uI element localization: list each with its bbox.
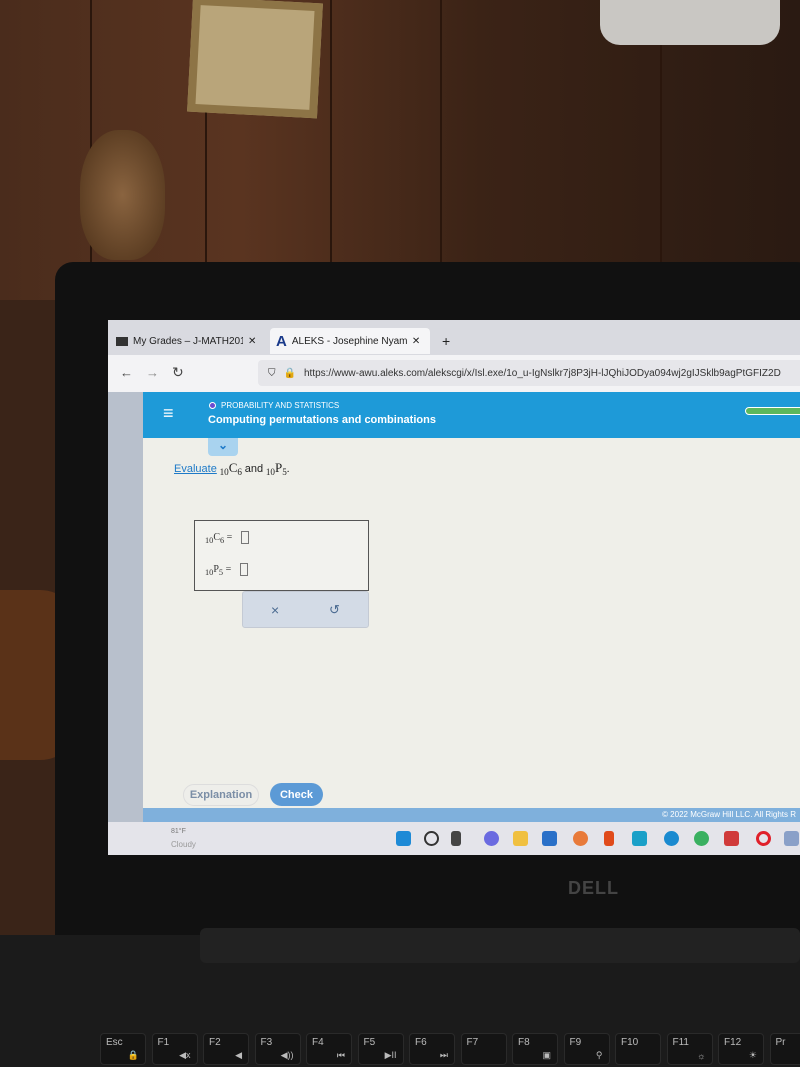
lamp [600, 0, 780, 45]
combination-input[interactable] [240, 531, 249, 544]
undo-button[interactable]: ↺ [329, 602, 340, 618]
picture-frame [187, 0, 323, 119]
answer-box: 10C6 = 10P5 = [194, 520, 369, 591]
edge-icon[interactable] [664, 831, 679, 846]
forward-icon[interactable]: → [146, 365, 159, 380]
back-icon[interactable]: ← [120, 365, 133, 380]
mail-icon[interactable] [632, 831, 647, 846]
file-explorer-icon[interactable] [513, 831, 528, 846]
hinge [200, 928, 800, 963]
close-icon[interactable]: ✕ [412, 336, 420, 347]
camera-icon[interactable] [784, 831, 799, 846]
aleks-header: ≡ PROBABILITY AND STATISTICS Computing p… [143, 392, 800, 438]
key-f10[interactable]: F10 [615, 1033, 661, 1065]
tab-aleks[interactable]: A ALEKS - Josephine Nyame - Lea ✕ [270, 328, 430, 354]
category-label: PROBABILITY AND STATISTICS [221, 401, 340, 410]
left-margin [108, 392, 143, 855]
check-button[interactable]: Check [270, 783, 323, 806]
key-f8[interactable]: F8 ▣ [512, 1033, 558, 1065]
key-f1[interactable]: F1 ◀x [151, 1033, 198, 1065]
reload-icon[interactable]: ↻ [172, 364, 184, 381]
windows-start-icon[interactable] [396, 831, 411, 846]
opera-icon[interactable] [756, 831, 771, 846]
footer: © 2022 McGraw Hill LLC. All Rights R [143, 808, 800, 822]
key-f3[interactable]: F3 ◀)) [254, 1033, 301, 1065]
topic-title: Computing permutations and combinations [208, 414, 436, 426]
office-icon[interactable] [604, 831, 614, 846]
firefox-icon[interactable] [573, 831, 588, 846]
app-icon[interactable] [724, 831, 739, 846]
key-f9[interactable]: F9 ⚲ [563, 1033, 610, 1065]
pinecone-decoration [80, 130, 165, 260]
dell-logo: DELL [568, 878, 619, 898]
screen: My Grades – J-MATH201003-OI ✕ A ALEKS - … [108, 320, 800, 855]
evaluate-link[interactable]: Evaluate [174, 463, 217, 475]
store-icon[interactable] [542, 831, 557, 846]
question-text: Evaluate 10C6 and 10P5. [174, 460, 290, 478]
key-f7[interactable]: F7 [460, 1033, 507, 1065]
shield-icon: ⛉ [268, 367, 276, 379]
key-f6[interactable]: F6 ⏭ [409, 1033, 455, 1065]
key-esc[interactable]: Esc 🔒 [100, 1033, 146, 1065]
permutation-input[interactable] [239, 563, 248, 576]
aleks-icon: A [276, 332, 287, 350]
taskbar: 81°F Cloudy [108, 822, 800, 855]
status-dot-icon [209, 402, 216, 409]
answer-row-combination: 10C6 = [205, 531, 249, 545]
weather-temp[interactable]: 81°F [171, 828, 186, 835]
key-f12[interactable]: F12 ☀ [718, 1033, 764, 1065]
chevron-down-icon[interactable]: ⌄ [208, 438, 238, 456]
key-f5[interactable]: F5 ▶II [357, 1033, 404, 1065]
menu-icon[interactable]: ≡ [163, 403, 174, 424]
key-f4[interactable]: F4 ⏮ [306, 1033, 352, 1065]
problem-area: ⌄ Evaluate 10C6 and 10P5. 10C6 = 10P5 = … [143, 438, 800, 808]
answer-row-permutation: 10P5 = [205, 563, 248, 577]
search-icon[interactable] [424, 831, 439, 846]
key-f2[interactable]: F2 ◀ [203, 1033, 249, 1065]
key-f11[interactable]: F11 ☼ [666, 1033, 713, 1065]
new-tab-button[interactable]: + [436, 328, 456, 354]
clear-button[interactable]: × [271, 602, 279, 618]
progress-bar [745, 407, 800, 415]
task-view-icon[interactable] [451, 831, 461, 846]
key-pr[interactable]: Pr [769, 1033, 800, 1065]
address-bar-row: ← → ↻ ⛉ 🔒 https://www-awu.aleks.com/alek… [108, 355, 800, 392]
close-icon[interactable]: ✕ [248, 336, 256, 347]
answer-toolbar: × ↺ [242, 591, 369, 628]
chat-icon[interactable] [484, 831, 499, 846]
bb-icon [116, 336, 128, 346]
tab-my-grades[interactable]: My Grades – J-MATH201003-OI ✕ [110, 328, 270, 354]
tab-bar: My Grades – J-MATH201003-OI ✕ A ALEKS - … [108, 320, 800, 355]
lock-icon: 🔒 [283, 367, 296, 379]
url-field[interactable]: ⛉ 🔒 https://www-awu.aleks.com/alekscgi/x… [258, 360, 800, 386]
explanation-button[interactable]: Explanation [183, 784, 259, 806]
edge-dev-icon[interactable] [694, 831, 709, 846]
weather-label[interactable]: Cloudy [171, 840, 196, 849]
